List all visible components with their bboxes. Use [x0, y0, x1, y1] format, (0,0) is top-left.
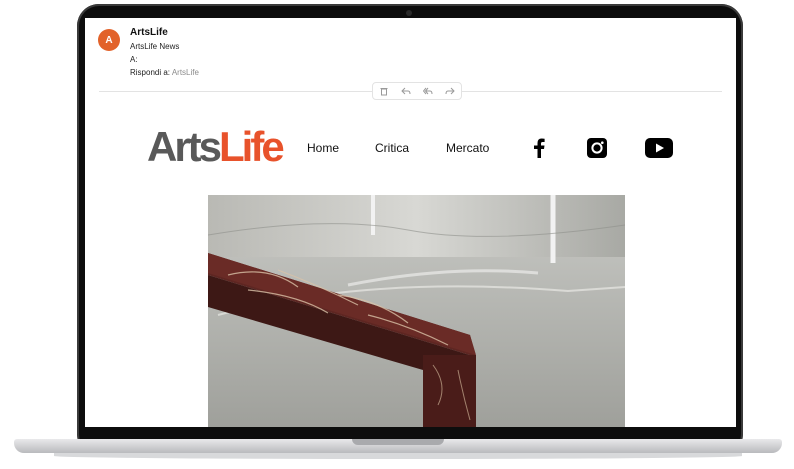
- hero-image[interactable]: [208, 195, 625, 427]
- youtube-icon[interactable]: [645, 138, 673, 158]
- reply-to-row: Rispondi a: ArtsLife: [130, 68, 199, 77]
- reply-to-value[interactable]: ArtsLife: [172, 68, 199, 77]
- reply-all-icon[interactable]: [423, 86, 433, 96]
- email-toolbar: [372, 82, 462, 100]
- sender-name[interactable]: ArtsLife: [130, 27, 168, 38]
- from-line: ArtsLife News: [130, 42, 180, 51]
- sender-avatar: A: [98, 29, 120, 51]
- reply-icon[interactable]: [401, 86, 411, 96]
- trash-icon[interactable]: [379, 86, 389, 96]
- nav-mercato[interactable]: Mercato: [446, 141, 489, 155]
- laptop-base: [14, 427, 782, 465]
- to-label: A:: [130, 55, 138, 64]
- artslife-logo[interactable]: ArtsLife: [147, 123, 285, 170]
- reply-to-label: Rispondi a:: [130, 68, 171, 77]
- nav-critica[interactable]: Critica: [375, 141, 409, 155]
- nav-home[interactable]: Home: [307, 141, 339, 155]
- logo-life-text: Life: [219, 123, 285, 170]
- camera-dot: [406, 10, 412, 16]
- email-header: A ArtsLife ArtsLife News A: Rispondi a: …: [85, 18, 736, 88]
- instagram-icon[interactable]: [587, 138, 607, 158]
- laptop-screen: A ArtsLife ArtsLife News A: Rispondi a: …: [85, 18, 736, 427]
- logo-arts-text: Arts: [147, 123, 222, 170]
- newsletter-body: ArtsLife Home Critica Mercato: [85, 110, 736, 427]
- facebook-icon[interactable]: [529, 138, 549, 158]
- forward-icon[interactable]: [445, 86, 455, 96]
